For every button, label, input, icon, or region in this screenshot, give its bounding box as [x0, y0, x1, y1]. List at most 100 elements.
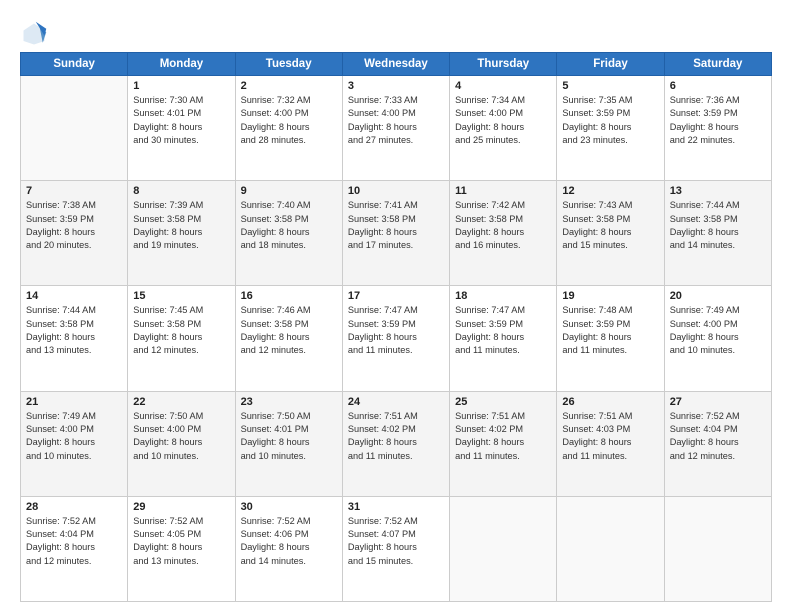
day-info: Sunrise: 7:43 AM Sunset: 3:58 PM Dayligh… [562, 199, 658, 252]
calendar-cell: 19 Sunrise: 7:48 AM Sunset: 3:59 PM Dayli… [557, 286, 664, 391]
calendar-cell: 10 Sunrise: 7:41 AM Sunset: 3:58 PM Dayli… [342, 181, 449, 286]
calendar-week-row: 14 Sunrise: 7:44 AM Sunset: 3:58 PM Dayli… [21, 286, 772, 391]
page: SundayMondayTuesdayWednesdayThursdayFrid… [0, 0, 792, 612]
day-number: 18 [455, 290, 551, 302]
day-number: 20 [670, 290, 766, 302]
calendar-cell: 30 Sunrise: 7:52 AM Sunset: 4:06 PM Dayli… [235, 496, 342, 601]
day-number: 8 [133, 185, 229, 197]
calendar-cell: 28Sunrise: 7:52 AM Sunset: 4:04 PM Dayli… [21, 496, 128, 601]
calendar-cell [21, 76, 128, 181]
day-info: Sunrise: 7:33 AM Sunset: 4:00 PM Dayligh… [348, 94, 444, 147]
calendar-cell: 27Sunrise: 7:52 AM Sunset: 4:04 PM Dayli… [664, 391, 771, 496]
calendar-cell: 31 Sunrise: 7:52 AM Sunset: 4:07 PM Dayli… [342, 496, 449, 601]
weekday-header-monday: Monday [128, 53, 235, 76]
day-info: Sunrise: 7:49 AM Sunset: 4:00 PM Dayligh… [26, 410, 122, 463]
calendar-cell: 11 Sunrise: 7:42 AM Sunset: 3:58 PM Dayli… [450, 181, 557, 286]
day-info: Sunrise: 7:51 AM Sunset: 4:02 PM Dayligh… [348, 410, 444, 463]
calendar-cell: 7Sunrise: 7:38 AM Sunset: 3:59 PM Daylig… [21, 181, 128, 286]
day-number: 29 [133, 501, 229, 513]
day-info: Sunrise: 7:42 AM Sunset: 3:58 PM Dayligh… [455, 199, 551, 252]
day-number: 3 [348, 80, 444, 92]
calendar-cell: 1 Sunrise: 7:30 AM Sunset: 4:01 PM Daylig… [128, 76, 235, 181]
calendar-cell: 9 Sunrise: 7:40 AM Sunset: 3:58 PM Daylig… [235, 181, 342, 286]
day-number: 19 [562, 290, 658, 302]
weekday-header-friday: Friday [557, 53, 664, 76]
day-info: Sunrise: 7:41 AM Sunset: 3:58 PM Dayligh… [348, 199, 444, 252]
calendar-cell: 12 Sunrise: 7:43 AM Sunset: 3:58 PM Dayli… [557, 181, 664, 286]
day-number: 31 [348, 501, 444, 513]
day-number: 4 [455, 80, 551, 92]
day-info: Sunrise: 7:47 AM Sunset: 3:59 PM Dayligh… [348, 304, 444, 357]
weekday-header-saturday: Saturday [664, 53, 771, 76]
day-info: Sunrise: 7:30 AM Sunset: 4:01 PM Dayligh… [133, 94, 229, 147]
calendar-cell: 8 Sunrise: 7:39 AM Sunset: 3:58 PM Daylig… [128, 181, 235, 286]
calendar-cell: 26 Sunrise: 7:51 AM Sunset: 4:03 PM Dayli… [557, 391, 664, 496]
day-number: 17 [348, 290, 444, 302]
day-info: Sunrise: 7:48 AM Sunset: 3:59 PM Dayligh… [562, 304, 658, 357]
day-number: 6 [670, 80, 766, 92]
calendar-week-row: 1 Sunrise: 7:30 AM Sunset: 4:01 PM Daylig… [21, 76, 772, 181]
day-number: 26 [562, 396, 658, 408]
day-info: Sunrise: 7:50 AM Sunset: 4:00 PM Dayligh… [133, 410, 229, 463]
calendar-cell: 14 Sunrise: 7:44 AM Sunset: 3:58 PM Dayli… [21, 286, 128, 391]
calendar-cell: 4 Sunrise: 7:34 AM Sunset: 4:00 PM Daylig… [450, 76, 557, 181]
day-number: 13 [670, 185, 766, 197]
day-info: Sunrise: 7:40 AM Sunset: 3:58 PM Dayligh… [241, 199, 337, 252]
day-info: Sunrise: 7:45 AM Sunset: 3:58 PM Dayligh… [133, 304, 229, 357]
calendar-cell: 18 Sunrise: 7:47 AM Sunset: 3:59 PM Dayli… [450, 286, 557, 391]
day-number: 9 [241, 185, 337, 197]
weekday-header-tuesday: Tuesday [235, 53, 342, 76]
calendar-cell: 3 Sunrise: 7:33 AM Sunset: 4:00 PM Daylig… [342, 76, 449, 181]
day-info: Sunrise: 7:51 AM Sunset: 4:03 PM Dayligh… [562, 410, 658, 463]
day-number: 21 [26, 396, 122, 408]
calendar-week-row: 7Sunrise: 7:38 AM Sunset: 3:59 PM Daylig… [21, 181, 772, 286]
day-number: 16 [241, 290, 337, 302]
day-info: Sunrise: 7:32 AM Sunset: 4:00 PM Dayligh… [241, 94, 337, 147]
day-info: Sunrise: 7:51 AM Sunset: 4:02 PM Dayligh… [455, 410, 551, 463]
day-number: 12 [562, 185, 658, 197]
calendar-cell: 13 Sunrise: 7:44 AM Sunset: 3:58 PM Dayli… [664, 181, 771, 286]
day-info: Sunrise: 7:39 AM Sunset: 3:58 PM Dayligh… [133, 199, 229, 252]
day-info: Sunrise: 7:52 AM Sunset: 4:04 PM Dayligh… [670, 410, 766, 463]
day-info: Sunrise: 7:34 AM Sunset: 4:00 PM Dayligh… [455, 94, 551, 147]
calendar-cell [664, 496, 771, 601]
calendar-week-row: 21 Sunrise: 7:49 AM Sunset: 4:00 PM Dayli… [21, 391, 772, 496]
day-info: Sunrise: 7:44 AM Sunset: 3:58 PM Dayligh… [26, 304, 122, 357]
calendar-week-row: 28Sunrise: 7:52 AM Sunset: 4:04 PM Dayli… [21, 496, 772, 601]
day-number: 1 [133, 80, 229, 92]
day-info: Sunrise: 7:35 AM Sunset: 3:59 PM Dayligh… [562, 94, 658, 147]
day-number: 22 [133, 396, 229, 408]
weekday-header-sunday: Sunday [21, 53, 128, 76]
day-info: Sunrise: 7:36 AM Sunset: 3:59 PM Dayligh… [670, 94, 766, 147]
day-info: Sunrise: 7:47 AM Sunset: 3:59 PM Dayligh… [455, 304, 551, 357]
day-info: Sunrise: 7:44 AM Sunset: 3:58 PM Dayligh… [670, 199, 766, 252]
calendar-cell [557, 496, 664, 601]
weekday-header-thursday: Thursday [450, 53, 557, 76]
day-number: 7 [26, 185, 122, 197]
day-info: Sunrise: 7:52 AM Sunset: 4:04 PM Dayligh… [26, 515, 122, 568]
day-number: 15 [133, 290, 229, 302]
day-info: Sunrise: 7:52 AM Sunset: 4:05 PM Dayligh… [133, 515, 229, 568]
header [20, 16, 772, 48]
day-number: 30 [241, 501, 337, 513]
day-info: Sunrise: 7:50 AM Sunset: 4:01 PM Dayligh… [241, 410, 337, 463]
calendar-cell: 16 Sunrise: 7:46 AM Sunset: 3:58 PM Dayli… [235, 286, 342, 391]
calendar-cell [450, 496, 557, 601]
calendar-cell: 24Sunrise: 7:51 AM Sunset: 4:02 PM Dayli… [342, 391, 449, 496]
calendar-cell: 23Sunrise: 7:50 AM Sunset: 4:01 PM Dayli… [235, 391, 342, 496]
day-number: 10 [348, 185, 444, 197]
calendar-table: SundayMondayTuesdayWednesdayThursdayFrid… [20, 52, 772, 602]
day-number: 14 [26, 290, 122, 302]
day-number: 11 [455, 185, 551, 197]
calendar-cell: 25Sunrise: 7:51 AM Sunset: 4:02 PM Dayli… [450, 391, 557, 496]
day-number: 5 [562, 80, 658, 92]
calendar-cell: 29 Sunrise: 7:52 AM Sunset: 4:05 PM Dayli… [128, 496, 235, 601]
logo [20, 20, 52, 48]
calendar-cell: 15 Sunrise: 7:45 AM Sunset: 3:58 PM Dayli… [128, 286, 235, 391]
calendar-cell: 6 Sunrise: 7:36 AM Sunset: 3:59 PM Daylig… [664, 76, 771, 181]
day-info: Sunrise: 7:46 AM Sunset: 3:58 PM Dayligh… [241, 304, 337, 357]
day-info: Sunrise: 7:52 AM Sunset: 4:07 PM Dayligh… [348, 515, 444, 568]
weekday-header-wednesday: Wednesday [342, 53, 449, 76]
calendar-cell: 20Sunrise: 7:49 AM Sunset: 4:00 PM Dayli… [664, 286, 771, 391]
day-info: Sunrise: 7:52 AM Sunset: 4:06 PM Dayligh… [241, 515, 337, 568]
